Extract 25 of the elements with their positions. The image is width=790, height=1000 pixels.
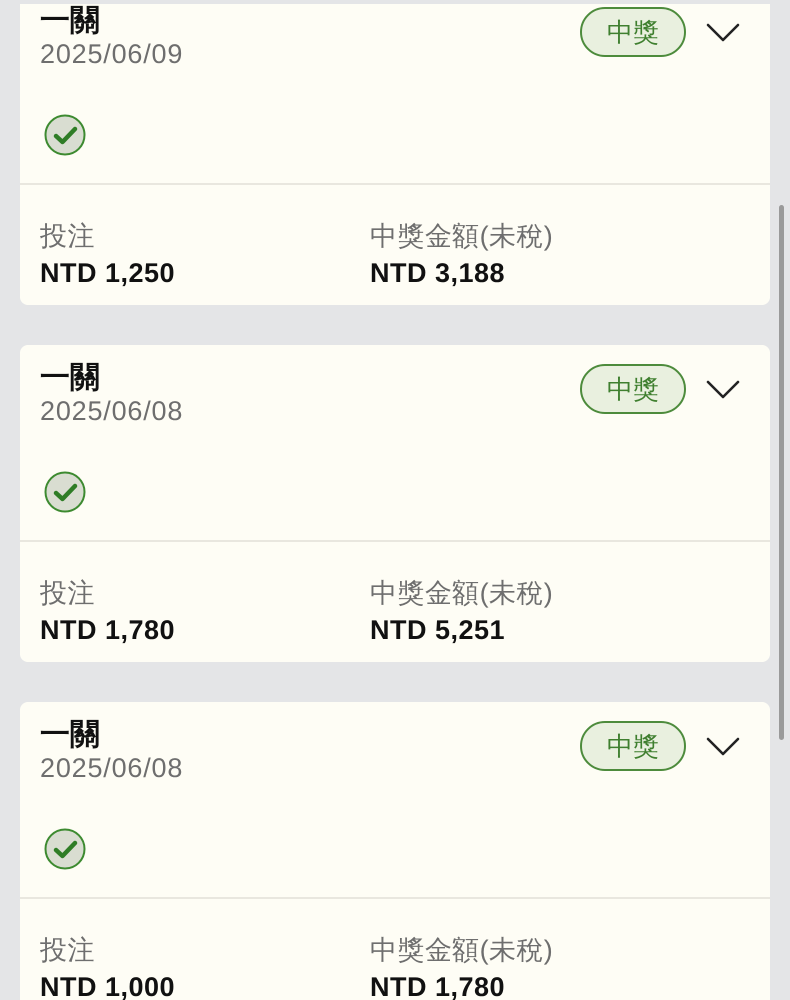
bet-title: 一關 [40,4,100,38]
status-badge: 中獎 [580,7,686,57]
payout-label: 中獎金額(未稅) [370,578,554,608]
chevron-icon[interactable] [706,22,740,42]
payout-amount: NTD 1,780 [370,971,506,1000]
stake-label: 投注 [40,578,95,608]
payout-label: 中獎金額(未稅) [370,221,554,251]
bet-title: 一關 [40,361,100,395]
payout-label: 中獎金額(未稅) [370,935,554,965]
bet-date: 2025/06/08 [40,395,184,427]
chevron-icon[interactable] [706,380,740,398]
payout-amount: NTD 5,251 [370,614,506,646]
bet-date: 2025/06/09 [40,38,184,70]
bet-date: 2025/06/08 [40,752,184,784]
stake-amount: NTD 1,250 [40,257,176,289]
status-badge: 中獎 [580,721,686,771]
chevron-icon[interactable] [706,736,740,756]
bet-title: 一關 [40,718,100,752]
status-badge: 中獎 [580,364,686,414]
stake-amount: NTD 1,780 [40,614,176,646]
stake-amount: NTD 1,000 [40,971,176,1000]
stake-label: 投注 [40,221,95,251]
stake-label: 投注 [40,935,95,965]
scrollbar-thumb[interactable] [779,205,784,740]
payout-amount: NTD 3,188 [370,257,506,289]
